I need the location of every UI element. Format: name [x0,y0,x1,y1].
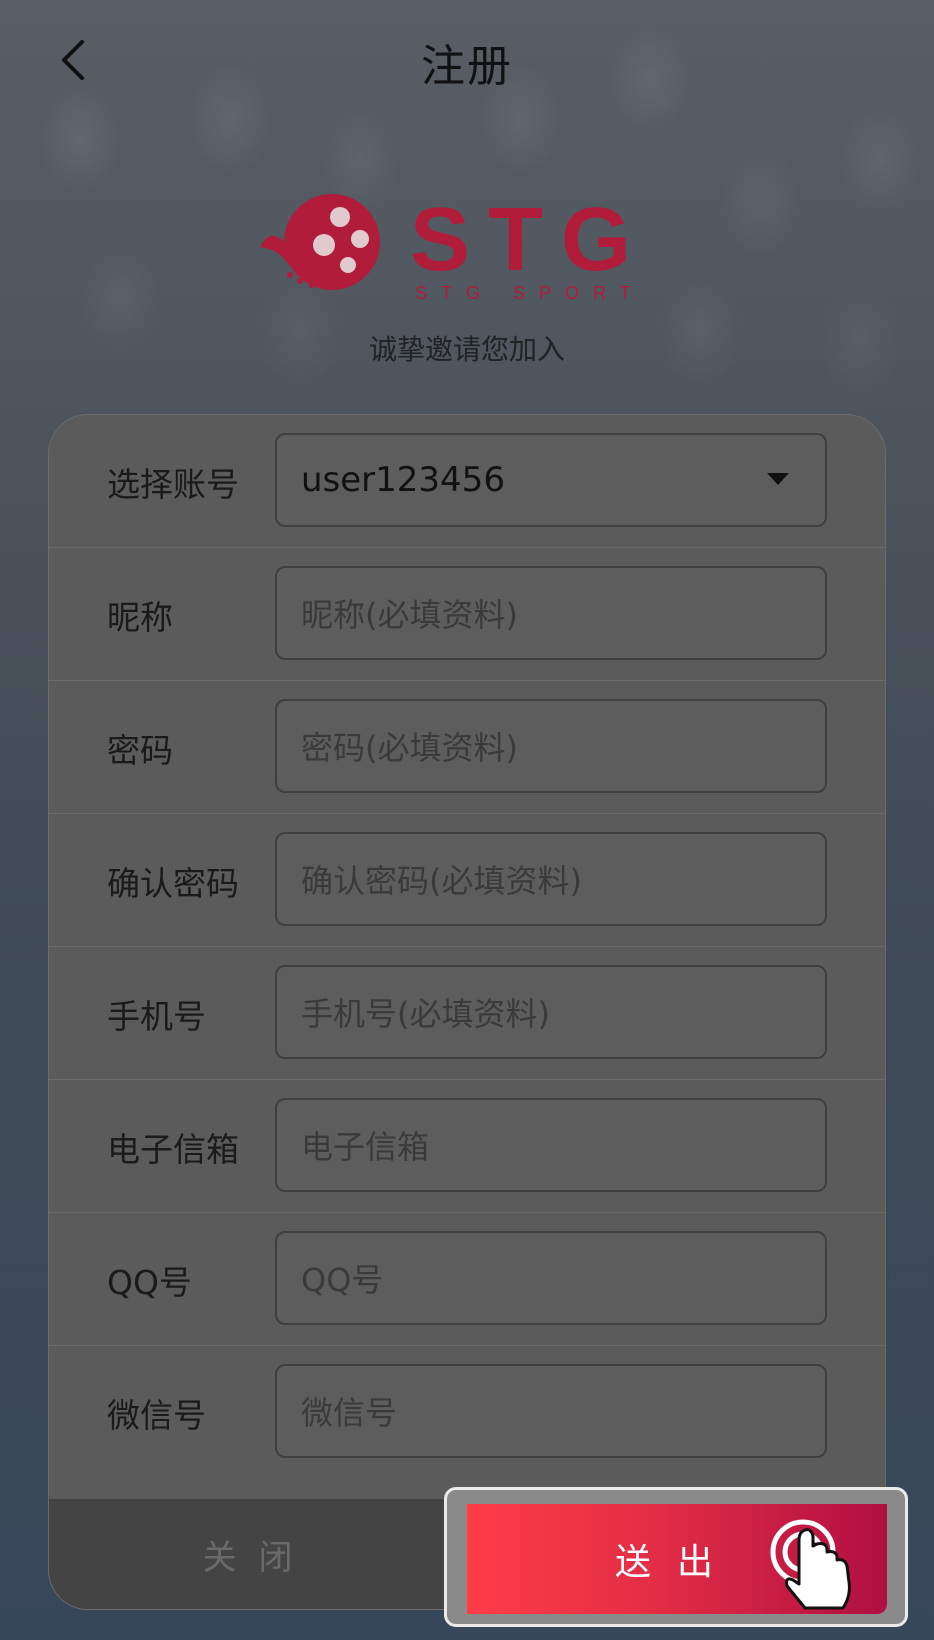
form-row-nickname: 昵称 昵称(必填资料) [49,548,885,681]
tap-hand-icon [770,1519,851,1610]
invite-text: 诚挚邀请您加入 [368,333,565,366]
submit-highlight: 送出 [444,1487,908,1627]
form-row-account: 选择账号 user123456 [49,415,885,548]
email-input[interactable]: 电子信箱 [275,1098,827,1192]
form-row-wechat: 微信号 微信号 [49,1346,885,1479]
qq-input[interactable]: QQ号 [275,1231,827,1325]
caret-down-icon [767,473,789,485]
form-row-password: 密码 密码(必填资料) [49,681,885,814]
stg-logo: STG STG SPORT [260,190,650,305]
wechat-input[interactable]: 微信号 [275,1364,827,1458]
account-label: 选择账号 [107,464,239,504]
form-row-confirm-password: 确认密码 确认密码(必填资料) [49,814,885,947]
password-label: 密码 [107,730,173,770]
phone-label: 手机号 [107,996,206,1036]
form-row-email: 电子信箱 电子信箱 [49,1080,885,1213]
account-select[interactable]: user123456 [275,433,827,527]
nickname-label: 昵称 [107,597,173,637]
confirm-password-label: 确认密码 [107,863,239,903]
wechat-label: 微信号 [107,1395,206,1435]
form-row-phone: 手机号 手机号(必填资料) [49,947,885,1080]
register-form: 选择账号 user123456 昵称 昵称(必填资料) 密码 密码(必填资料) … [48,414,886,1610]
confirm-password-input[interactable]: 确认密码(必填资料) [275,832,827,926]
logo-wordmark: STG [410,190,650,290]
close-button[interactable]: 关闭 [49,1499,468,1609]
email-label: 电子信箱 [107,1129,239,1169]
qq-label: QQ号 [107,1262,192,1302]
account-select-value: user123456 [301,460,505,500]
page-title: 注册 [421,41,513,92]
phone-input[interactable]: 手机号(必填资料) [275,965,827,1059]
password-input[interactable]: 密码(必填资料) [275,699,827,793]
header: 注册 [0,0,934,120]
logo-subtitle: STG SPORT [415,283,645,303]
logo-ball-icon [260,194,380,290]
form-row-qq: QQ号 QQ号 [49,1213,885,1346]
nickname-input[interactable]: 昵称(必填资料) [275,566,827,660]
